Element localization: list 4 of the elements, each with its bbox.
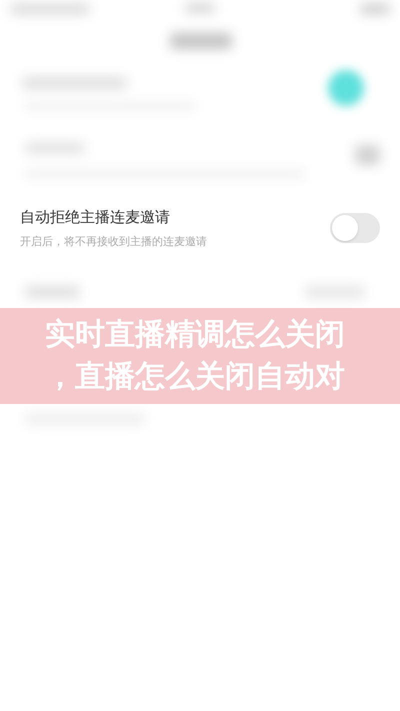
setting-description: 开启后，将不再接收到主播的连麦邀请 [20, 234, 207, 250]
setting-title: 自动拒绝主播连麦邀请 [20, 206, 171, 228]
toggle-switch[interactable] [330, 213, 380, 243]
blurred-text-bar [170, 33, 232, 49]
